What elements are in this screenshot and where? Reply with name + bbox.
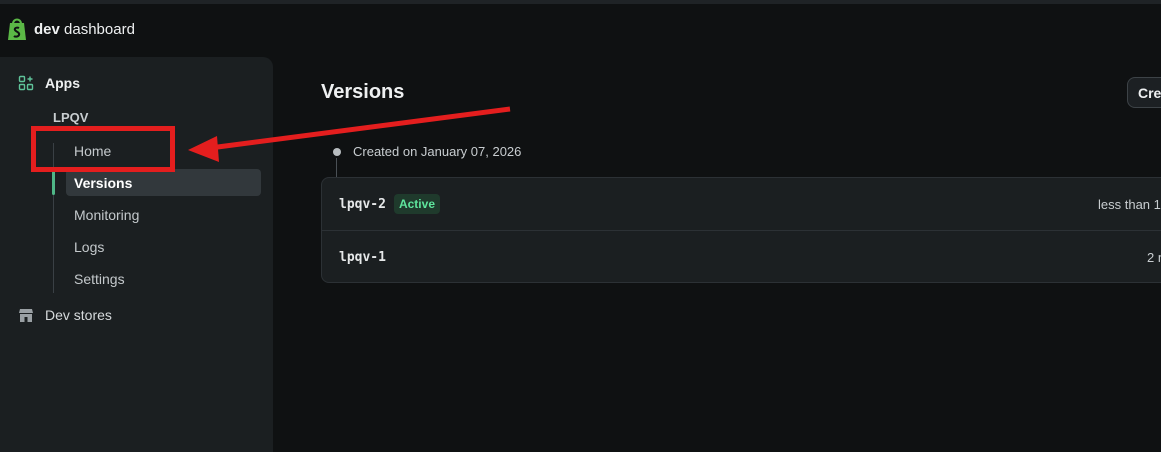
- sidebar-item-dev-stores-label: Dev stores: [45, 307, 112, 323]
- sidebar-item-monitoring[interactable]: Monitoring: [66, 201, 261, 228]
- status-badge: Active: [393, 194, 440, 214]
- store-icon: [18, 306, 36, 324]
- brand-rest: dashboard: [59, 20, 135, 38]
- versions-list: lpqv-2 Active less than 1 lpqv-1 2 m: [321, 177, 1161, 283]
- annotation-highlight-box: [31, 126, 175, 172]
- version-time: 2 m: [1147, 249, 1161, 265]
- top-bar: dev dashboard: [0, 4, 1161, 54]
- version-time: less than 1: [1098, 196, 1161, 212]
- shopify-bag-icon[interactable]: [6, 16, 28, 42]
- sidebar-item-dev-stores[interactable]: Dev stores: [18, 306, 112, 324]
- version-group-created-label: Created on January 07, 2026: [353, 144, 522, 159]
- sidebar-item-versions[interactable]: Versions: [66, 169, 261, 196]
- subnav-active-indicator: [52, 171, 55, 195]
- sidebar-item-settings[interactable]: Settings: [66, 265, 261, 292]
- version-name[interactable]: lpqv-1: [339, 250, 386, 265]
- sidebar-item-apps[interactable]: Apps: [18, 74, 80, 92]
- timeline-line: [336, 158, 337, 177]
- app-name[interactable]: LPQV: [53, 110, 88, 125]
- version-name[interactable]: lpqv-2: [339, 197, 386, 212]
- brand-bold: dev: [34, 20, 60, 38]
- brand-name[interactable]: dev dashboard: [34, 21, 135, 38]
- sidebar-item-label: Versions: [74, 174, 133, 191]
- apps-grid-icon: [18, 74, 36, 92]
- sidebar: Apps LPQV Home Versions Monitoring Logs …: [0, 57, 273, 452]
- sidebar-item-apps-label: Apps: [45, 75, 80, 91]
- create-version-button[interactable]: Cre: [1127, 77, 1161, 108]
- page-title: Versions: [321, 81, 405, 103]
- table-row[interactable]: lpqv-2 Active less than 1: [322, 178, 1161, 231]
- sidebar-item-label: Monitoring: [74, 206, 140, 223]
- sidebar-item-label: Settings: [74, 270, 125, 287]
- timeline-dot: [333, 148, 341, 156]
- sidebar-item-logs[interactable]: Logs: [66, 233, 261, 260]
- table-row[interactable]: lpqv-1 2 m: [322, 231, 1161, 282]
- sidebar-item-label: Logs: [74, 238, 105, 255]
